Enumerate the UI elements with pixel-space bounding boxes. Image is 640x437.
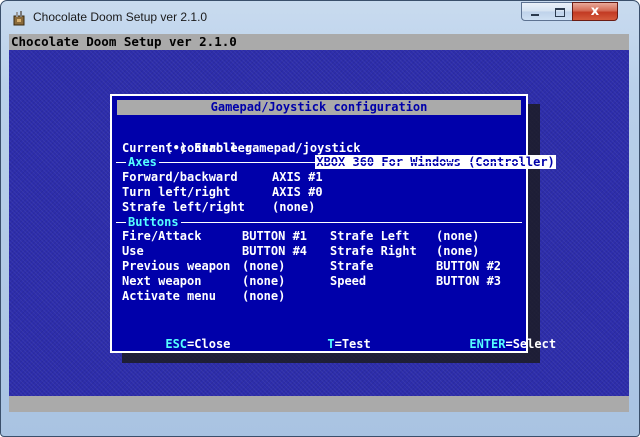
enter-select-action[interactable]: ENTER=Select (426, 323, 556, 365)
button-value-strafe-right[interactable]: (none) (436, 244, 479, 258)
esc-action-label: =Close (187, 337, 231, 351)
axis-label-forward: Forward/backward (122, 170, 238, 184)
esc-key: ESC (165, 337, 188, 351)
button-label-prev-weapon: Previous weapon (122, 259, 231, 273)
doom-app-icon (13, 11, 25, 26)
t-action-label: =Test (334, 337, 371, 351)
title-bar[interactable]: Chocolate Doom Setup ver 2.1.0 x (1, 1, 639, 35)
test-action[interactable]: T=Test (284, 323, 371, 365)
close-icon: x (590, 4, 600, 19)
axis-label-turn: Turn left/right (122, 185, 231, 199)
button-value-strafe-left[interactable]: (none) (436, 229, 479, 243)
button-value-next-weapon[interactable]: (none) (242, 274, 285, 288)
button-label-next-weapon: Next weapon (122, 274, 202, 288)
axis-value-turn[interactable]: AXIS #0 (272, 185, 323, 199)
button-value-use[interactable]: BUTTON #4 (242, 244, 307, 258)
button-label-use: Use (122, 244, 144, 258)
maximize-button[interactable] (547, 2, 573, 21)
minimize-button[interactable] (521, 2, 548, 21)
button-value-prev-weapon[interactable]: (none) (242, 259, 285, 273)
minimize-icon (531, 14, 539, 16)
close-button[interactable]: x (572, 2, 618, 21)
axes-section-label: Axes (126, 155, 159, 169)
axis-label-strafe: Strafe left/right (122, 200, 245, 214)
setup-screen: Chocolate Doom Setup ver 2.1.0 Gamepad/J… (9, 34, 629, 412)
axis-value-forward[interactable]: AXIS #1 (272, 170, 323, 184)
app-header-title: Chocolate Doom Setup ver 2.1.0 (11, 34, 237, 49)
gamepad-config-dialog: Gamepad/Joystick configuration (•) Enabl… (110, 94, 556, 353)
enter-key: ENTER (469, 337, 506, 351)
window-title: Chocolate Doom Setup ver 2.1.0 (33, 10, 208, 24)
button-label-strafe-right: Strafe Right (330, 244, 417, 258)
button-label-fire: Fire/Attack (122, 229, 202, 243)
buttons-section-label: Buttons (126, 215, 181, 229)
button-value-fire[interactable]: BUTTON #1 (242, 229, 307, 243)
button-value-strafe[interactable]: BUTTON #2 (436, 259, 501, 273)
button-label-speed: Speed (330, 274, 367, 288)
dialog-title: Gamepad/Joystick configuration (117, 100, 521, 115)
button-label-strafe-left: Strafe Left (330, 229, 410, 243)
button-label-activate-menu: Activate menu (122, 289, 216, 303)
button-value-activate-menu[interactable]: (none) (242, 289, 285, 303)
axis-value-strafe[interactable]: (none) (272, 200, 315, 214)
t-key: T (327, 337, 335, 351)
maximize-icon (555, 8, 565, 17)
axes-separator (116, 162, 522, 163)
button-value-speed[interactable]: BUTTON #3 (436, 274, 501, 288)
enter-action-label: =Select (505, 337, 557, 351)
app-header-bar: Chocolate Doom Setup ver 2.1.0 (9, 34, 629, 50)
esc-close-action[interactable]: ESC=Close (122, 323, 230, 365)
current-controller-label: Current controller (122, 141, 253, 155)
button-label-strafe: Strafe (330, 259, 374, 273)
status-bar (9, 396, 629, 412)
